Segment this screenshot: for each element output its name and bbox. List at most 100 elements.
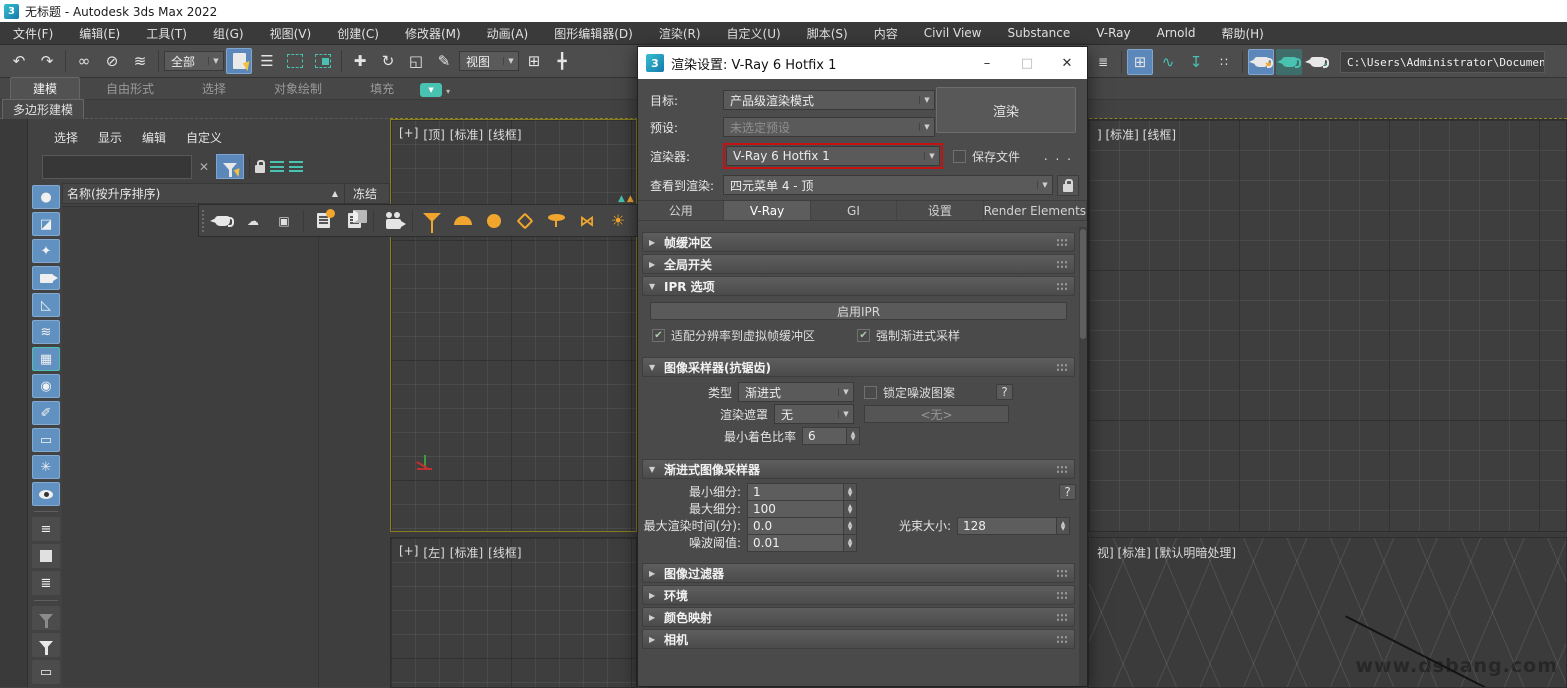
viewport-menu-pov[interactable]: [顶] bbox=[423, 126, 444, 143]
menu-tools[interactable]: 工具(T) bbox=[133, 22, 200, 44]
rollout-environment[interactable]: ▶ 环境 bbox=[642, 585, 1075, 605]
display-containers-toggle[interactable]: ▭ bbox=[32, 428, 60, 452]
enable-ipr-button[interactable]: 启用IPR bbox=[650, 302, 1067, 320]
select-and-move-button[interactable]: ✚ bbox=[347, 48, 373, 74]
render-mask-field[interactable]: <无> bbox=[864, 405, 1009, 423]
vray-ies-light-button[interactable] bbox=[510, 207, 540, 234]
vray-light-lister-button[interactable] bbox=[308, 207, 338, 234]
explorer-menu-customize[interactable]: 自定义 bbox=[178, 127, 230, 148]
minimize-button[interactable]: – bbox=[967, 47, 1007, 79]
clear-search-icon[interactable]: ✕ bbox=[197, 160, 211, 174]
spinner-arrows-icon[interactable]: ▲▼ bbox=[843, 484, 856, 500]
toolbar-drag-handle[interactable] bbox=[201, 209, 205, 234]
menu-create[interactable]: 创建(C) bbox=[324, 22, 392, 44]
menu-group[interactable]: 组(G) bbox=[200, 22, 257, 44]
container-view-toggle[interactable]: ▭ bbox=[32, 660, 60, 684]
spinner-arrows-icon[interactable]: ▲▼ bbox=[846, 428, 859, 444]
rollout-global-switches[interactable]: ▶ 全局开关 bbox=[642, 254, 1075, 274]
target-dropdown[interactable]: 产品级渲染模式 ▼ bbox=[723, 90, 935, 110]
help-button[interactable]: ? bbox=[1059, 484, 1076, 500]
drag-grip-icon[interactable] bbox=[1056, 260, 1068, 269]
viewport-menu-shading[interactable]: [线框] bbox=[488, 544, 521, 561]
reference-coordinate-dropdown[interactable]: 视图 ▼ bbox=[459, 51, 519, 71]
explorer-menu-edit[interactable]: 编辑 bbox=[134, 127, 174, 148]
min-shading-rate-spinner[interactable]: 6 ▲▼ bbox=[802, 427, 860, 445]
render-setup-button[interactable]: ✱ bbox=[1248, 49, 1274, 75]
ribbon-tab-object-paint[interactable]: 对象绘制 bbox=[252, 78, 344, 99]
viewport-top[interactable]: [+] [顶] [标准] [线框] bbox=[390, 119, 637, 532]
fit-resolution-checkbox[interactable]: ✔ bbox=[652, 329, 665, 342]
rollout-image-sampler[interactable]: ▼ 图像采样器(抗锯齿) bbox=[642, 357, 1075, 377]
menu-help[interactable]: 帮助(H) bbox=[1208, 22, 1276, 44]
menu-civil-view[interactable]: Civil View bbox=[911, 22, 995, 44]
help-button[interactable]: ? bbox=[996, 384, 1013, 400]
layer-manager-icon[interactable]: ≣ bbox=[1090, 49, 1116, 75]
selection-filter-dropdown[interactable]: 全部 ▼ bbox=[164, 51, 224, 71]
undo-icon[interactable]: ↶ bbox=[6, 48, 32, 74]
vray-disc-light-button[interactable] bbox=[541, 207, 571, 234]
drag-grip-icon[interactable] bbox=[1056, 282, 1068, 291]
vray-sphere-light-button[interactable] bbox=[479, 207, 509, 234]
select-by-name-button[interactable]: ☰ bbox=[254, 48, 280, 74]
preset-dropdown[interactable]: 未选定预设 ▼ bbox=[723, 117, 935, 137]
explorer-column-header[interactable]: 名称(按升序排序) ▲ 冻结 bbox=[62, 183, 390, 204]
viewport-menu-pov[interactable]: [左] bbox=[423, 544, 444, 561]
vray-asset-browser-button[interactable]: ▣ bbox=[269, 207, 299, 234]
renderer-dropdown[interactable]: V-Ray 6 Hotfix 1 ▼ bbox=[726, 146, 940, 166]
noise-threshold-spinner[interactable]: 0.01 ▲▼ bbox=[747, 534, 857, 552]
drag-grip-icon[interactable] bbox=[1056, 591, 1068, 600]
menu-modifiers[interactable]: 修改器(M) bbox=[392, 22, 474, 44]
render-button[interactable]: 渲染 bbox=[936, 87, 1076, 133]
select-and-place-button[interactable]: ✎ bbox=[431, 48, 457, 74]
display-helpers-toggle[interactable]: ◺ bbox=[32, 293, 60, 317]
view-to-render-dropdown[interactable]: 四元菜单 4 - 顶 ▼ bbox=[723, 175, 1053, 195]
rollout-camera[interactable]: ▶ 相机 bbox=[642, 629, 1075, 649]
filter-toggle[interactable] bbox=[32, 633, 60, 657]
save-file-checkbox[interactable] bbox=[953, 150, 966, 163]
sampler-type-dropdown[interactable]: 渐进式 ▼ bbox=[738, 382, 854, 402]
close-button[interactable]: ✕ bbox=[1047, 47, 1087, 79]
menu-views[interactable]: 视图(V) bbox=[257, 22, 325, 44]
vray-plane-light-button[interactable] bbox=[417, 207, 447, 234]
display-blank-toggle[interactable] bbox=[32, 544, 60, 568]
display-hidden-toggle[interactable] bbox=[32, 482, 60, 506]
ribbon-tab-populate[interactable]: 填充 bbox=[348, 78, 416, 99]
ribbon-tab-freeform[interactable]: 自由形式 bbox=[84, 78, 176, 99]
tab-common[interactable]: 公用 bbox=[638, 201, 724, 220]
rollout-image-filter[interactable]: ▶ 图像过滤器 bbox=[642, 563, 1075, 583]
vray-sun-button[interactable]: ☀ bbox=[603, 207, 633, 234]
rendered-frame-window-button[interactable] bbox=[1276, 49, 1302, 75]
select-and-rotate-button[interactable]: ↻ bbox=[375, 48, 401, 74]
viewport-menu-shading[interactable]: [线框] bbox=[488, 126, 521, 143]
schematic-view-button[interactable]: ↧ bbox=[1183, 49, 1209, 75]
vray-mesh-light-button[interactable]: ⋈ bbox=[572, 207, 602, 234]
tab-vray[interactable]: V-Ray bbox=[724, 201, 810, 220]
menu-graph-editors[interactable]: 图形编辑器(D) bbox=[541, 22, 646, 44]
maximize-button[interactable]: □ bbox=[1007, 47, 1047, 79]
menu-content[interactable]: 内容 bbox=[861, 22, 911, 44]
spinner-arrows-icon[interactable]: ▲▼ bbox=[843, 535, 856, 551]
menu-arnold[interactable]: Arnold bbox=[1144, 22, 1209, 44]
column-divider[interactable] bbox=[318, 206, 319, 687]
force-progressive-checkbox[interactable]: ✔ bbox=[857, 329, 870, 342]
viewport-menu-plus[interactable]: [+] bbox=[399, 126, 418, 143]
vray-physical-camera-button[interactable] bbox=[378, 207, 408, 234]
drag-grip-icon[interactable] bbox=[1056, 363, 1068, 372]
tab-gi[interactable]: GI bbox=[811, 201, 897, 220]
redo-icon[interactable]: ↷ bbox=[34, 48, 60, 74]
vray-render-button[interactable] bbox=[207, 207, 237, 234]
drag-grip-icon[interactable] bbox=[1056, 613, 1068, 622]
drag-grip-icon[interactable] bbox=[1056, 238, 1068, 247]
chevron-down-icon[interactable]: ▾ bbox=[446, 87, 450, 96]
lock-noise-checkbox[interactable] bbox=[864, 386, 877, 399]
spinner-arrows-icon[interactable]: ▲▼ bbox=[1056, 518, 1069, 534]
name-column-header[interactable]: 名称(按升序排序) bbox=[67, 185, 160, 202]
search-input[interactable] bbox=[42, 155, 192, 179]
viewport-menu-partial[interactable]: 视] [标准] [默认明暗处理] bbox=[1097, 544, 1236, 561]
select-filter-button[interactable] bbox=[216, 154, 244, 179]
viewport-front[interactable]: ] [标准] [线框] bbox=[1088, 119, 1567, 532]
viewport-menu-standard[interactable]: [标准] bbox=[450, 126, 483, 143]
viewport-perspective[interactable]: 视] [标准] [默认明暗处理] www.dsbang.com bbox=[1088, 537, 1567, 688]
render-mask-dropdown[interactable]: 无 ▼ bbox=[774, 404, 854, 424]
display-geometry-toggle[interactable]: ● bbox=[32, 185, 60, 209]
